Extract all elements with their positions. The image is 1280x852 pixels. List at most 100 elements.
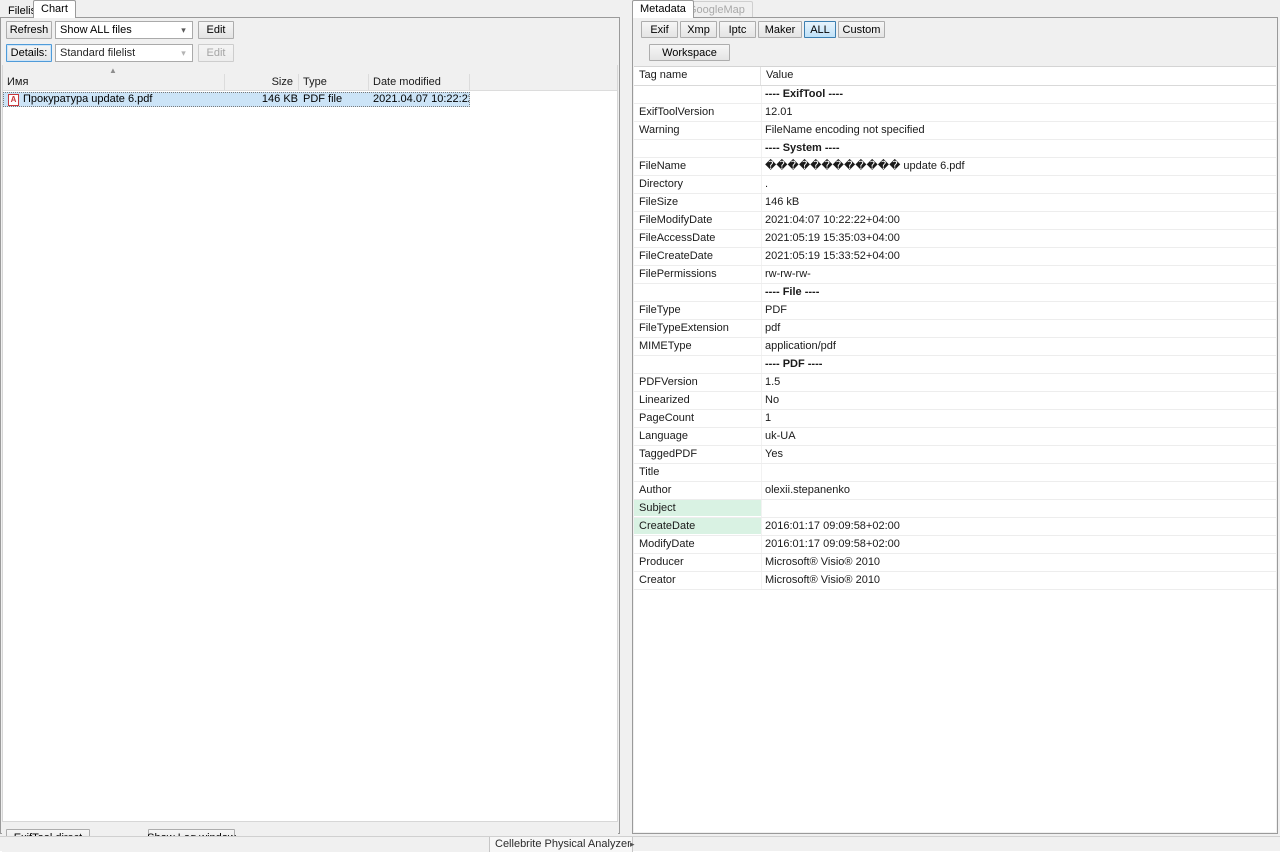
metadata-row[interactable]: TaggedPDFYes xyxy=(634,446,1276,464)
metadata-tag-name: ExifToolVersion xyxy=(634,104,761,120)
metadata-row[interactable]: ModifyDate2016:01:17 09:09:58+02:00 xyxy=(634,536,1276,554)
metadata-row[interactable]: MIMETypeapplication/pdf xyxy=(634,338,1276,356)
metadata-value: No xyxy=(761,392,1276,408)
metadata-tag-name: Author xyxy=(634,482,761,498)
metadata-value: FileName encoding not specified xyxy=(761,122,1276,138)
file-filter-combo[interactable]: Show ALL files ▾ xyxy=(55,21,193,39)
tab-metadata[interactable]: Metadata xyxy=(632,0,694,18)
metadata-row[interactable]: Subject xyxy=(634,500,1276,518)
metadata-row[interactable]: WarningFileName encoding not specified xyxy=(634,122,1276,140)
metadata-row[interactable]: FileName������������ update 6.pdf xyxy=(634,158,1276,176)
metadata-value: 2021:05:19 15:35:03+04:00 xyxy=(761,230,1276,246)
metadata-row[interactable]: LinearizedNo xyxy=(634,392,1276,410)
filter-button-xmp[interactable]: Xmp xyxy=(680,21,717,38)
table-row[interactable]: A Прокуратура update 6.pdf 146 KB PDF fi… xyxy=(3,92,470,107)
metadata-row[interactable]: Languageuk-UA xyxy=(634,428,1276,446)
metadata-row[interactable]: Authorolexii.stepanenko xyxy=(634,482,1276,500)
metadata-row[interactable]: FilePermissionsrw-rw-rw- xyxy=(634,266,1276,284)
metadata-value: pdf xyxy=(761,320,1276,336)
metadata-value: . xyxy=(761,176,1276,192)
metadata-row[interactable]: ExifToolVersion12.01 xyxy=(634,104,1276,122)
column-header-date-modified[interactable]: Date modified xyxy=(369,74,470,90)
file-list-view[interactable]: ▲ Имя Size Type Date modified A xyxy=(2,65,618,822)
metadata-table[interactable]: Tag name Value ---- ExifTool ----ExifToo… xyxy=(634,66,1276,832)
details-button[interactable]: Details: xyxy=(6,44,52,62)
metadata-tag-name: Language xyxy=(634,428,761,444)
refresh-button-label: Refresh xyxy=(10,24,49,36)
metadata-column-value-label: Value xyxy=(766,69,793,81)
filter-button-all[interactable]: ALL xyxy=(804,21,836,38)
metadata-row[interactable]: Title xyxy=(634,464,1276,482)
column-header-name[interactable]: Имя xyxy=(3,74,225,90)
chevron-down-icon: ▾ xyxy=(175,45,192,61)
metadata-row[interactable]: FileCreateDate2021:05:19 15:33:52+04:00 xyxy=(634,248,1276,266)
metadata-table-header: Tag name Value xyxy=(634,67,1276,86)
filter-edit-button[interactable]: Edit xyxy=(198,21,234,39)
metadata-value: olexii.stepanenko xyxy=(761,482,1276,498)
metadata-row[interactable]: FileTypeExtensionpdf xyxy=(634,320,1276,338)
metadata-column-value[interactable]: Value xyxy=(761,67,793,84)
filter-button-custom[interactable]: Custom xyxy=(838,21,885,38)
metadata-row[interactable]: ---- File ---- xyxy=(634,284,1276,302)
column-header-date-modified-label: Date modified xyxy=(373,76,441,88)
metadata-tag-name xyxy=(634,140,761,156)
metadata-tag-name: TaggedPDF xyxy=(634,446,761,462)
metadata-row[interactable]: ---- System ---- xyxy=(634,140,1276,158)
chevron-down-icon: ▾ xyxy=(175,22,192,38)
column-header-type[interactable]: Type xyxy=(299,74,369,90)
metadata-panel: Exif Xmp Iptc Maker ALL Custom Workspace xyxy=(632,17,1278,834)
left-tabstrip: Filelist Chart xyxy=(0,0,620,17)
metadata-row[interactable]: FileAccessDate2021:05:19 15:35:03+04:00 xyxy=(634,230,1276,248)
metadata-column-tag-name[interactable]: Tag name xyxy=(634,67,687,84)
workspace-button[interactable]: Workspace xyxy=(649,44,730,61)
filter-button-custom-label: Custom xyxy=(843,24,881,36)
refresh-button[interactable]: Refresh xyxy=(6,21,52,39)
tab-chart[interactable]: Chart xyxy=(33,0,76,18)
metadata-row[interactable]: CreatorMicrosoft® Visio® 2010 xyxy=(634,572,1276,590)
metadata-value: 2016:01:17 09:09:58+02:00 xyxy=(761,518,1276,534)
metadata-tag-name: FileTypeExtension xyxy=(634,320,761,336)
metadata-tag-name: PDFVersion xyxy=(634,374,761,390)
metadata-value: 2021:04:07 10:22:22+04:00 xyxy=(761,212,1276,228)
filter-button-maker[interactable]: Maker xyxy=(758,21,802,38)
filter-button-all-label: ALL xyxy=(810,24,830,36)
metadata-value: 12.01 xyxy=(761,104,1276,120)
metadata-value xyxy=(761,500,1276,516)
taskbar-overflow-icon[interactable]: ▸ xyxy=(630,839,635,850)
metadata-tag-name: FileModifyDate xyxy=(634,212,761,228)
metadata-row[interactable]: ---- PDF ---- xyxy=(634,356,1276,374)
metadata-tag-name: FileType xyxy=(634,302,761,318)
metadata-value: ---- File ---- xyxy=(761,284,1276,300)
tab-metadata-label: Metadata xyxy=(640,3,686,15)
taskbar-item-cellebrite[interactable]: Cellebrite Physical Analyzer 7 xyxy=(489,837,633,852)
metadata-row[interactable]: ---- ExifTool ---- xyxy=(634,86,1276,104)
metadata-tag-name: Creator xyxy=(634,572,761,588)
file-list-rows: A Прокуратура update 6.pdf 146 KB PDF fi… xyxy=(3,92,617,107)
metadata-row[interactable]: PDFVersion1.5 xyxy=(634,374,1276,392)
right-tabstrip: Metadata GoogleMap xyxy=(632,0,1278,17)
metadata-value xyxy=(761,464,1276,480)
metadata-tag-name: FileAccessDate xyxy=(634,230,761,246)
metadata-row[interactable]: ProducerMicrosoft® Visio® 2010 xyxy=(634,554,1276,572)
details-preset-combo[interactable]: Standard filelist ▾ xyxy=(55,44,193,62)
tab-chart-label: Chart xyxy=(41,3,68,15)
metadata-value: ������������ update 6.pdf xyxy=(761,158,1276,174)
file-date-modified-cell: 2021.04.07 10:22:22 xyxy=(373,93,469,106)
metadata-tag-name xyxy=(634,284,761,300)
column-header-type-label: Type xyxy=(303,76,327,88)
metadata-row[interactable]: PageCount1 xyxy=(634,410,1276,428)
metadata-row[interactable]: FileModifyDate2021:04:07 10:22:22+04:00 xyxy=(634,212,1276,230)
metadata-row[interactable]: Directory. xyxy=(634,176,1276,194)
metadata-tag-name: FileName xyxy=(634,158,761,174)
metadata-row[interactable]: FileSize146 kB xyxy=(634,194,1276,212)
metadata-tag-name xyxy=(634,86,761,102)
filter-button-iptc[interactable]: Iptc xyxy=(719,21,756,38)
metadata-row[interactable]: CreateDate2016:01:17 09:09:58+02:00 xyxy=(634,518,1276,536)
metadata-row[interactable]: FileTypePDF xyxy=(634,302,1276,320)
filter-button-exif[interactable]: Exif xyxy=(641,21,678,38)
metadata-tag-name: ModifyDate xyxy=(634,536,761,552)
metadata-tag-name: Directory xyxy=(634,176,761,192)
metadata-value: 1.5 xyxy=(761,374,1276,390)
metadata-value: ---- PDF ---- xyxy=(761,356,1276,372)
column-header-size[interactable]: Size xyxy=(225,74,299,90)
